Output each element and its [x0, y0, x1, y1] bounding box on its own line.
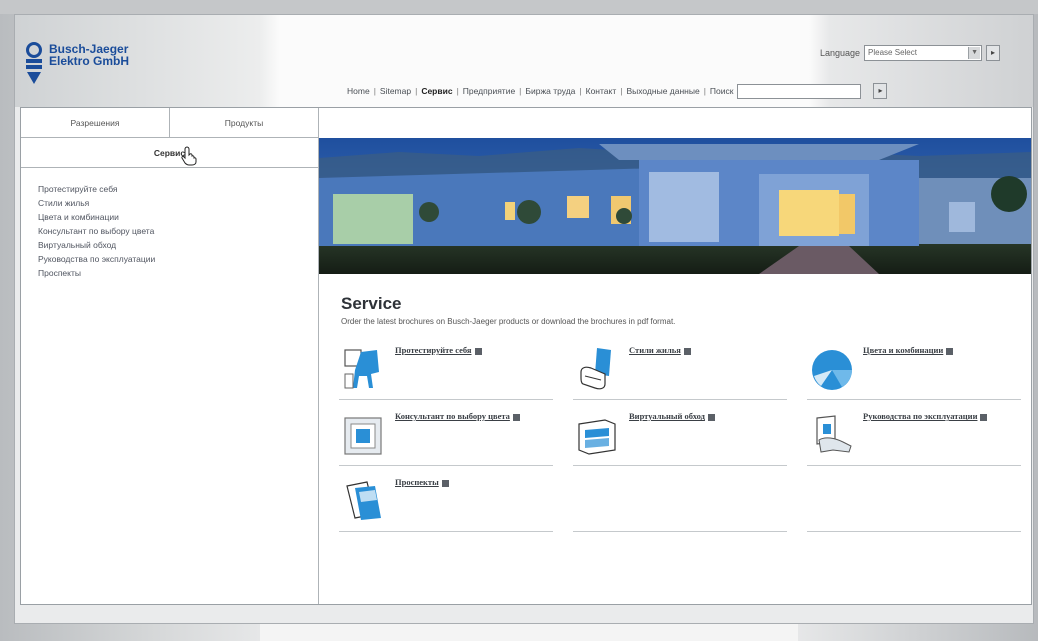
service-card-styles[interactable]: Стили жилья — [573, 338, 787, 400]
switch-frame-icon — [344, 417, 382, 455]
nav-imprint[interactable]: Выходные данные — [626, 86, 699, 96]
service-card-test[interactable]: Протестируйте себя — [339, 338, 553, 400]
search-go-button[interactable]: ▸ — [873, 83, 888, 99]
submenu-item-color-advisor[interactable]: Консультант по выбору цвета — [38, 224, 318, 238]
service-card-colors[interactable]: Цвета и комбинации — [807, 338, 1021, 400]
service-card-color-advisor[interactable]: Консультант по выбору цвета — [339, 404, 553, 466]
nav-contact[interactable]: Контакт — [586, 86, 617, 96]
service-card-virtual-tour[interactable]: Виртуальный обход — [573, 404, 787, 466]
top-band — [0, 0, 1038, 14]
service-card-test-label[interactable]: Протестируйте себя — [395, 344, 545, 356]
bullet-icon — [474, 347, 482, 355]
chevron-down-icon[interactable]: ▼ — [968, 47, 981, 59]
page-title: Service — [341, 294, 402, 313]
brand-name: Busch-Jaeger Elektro GmbH — [49, 43, 129, 67]
brand-line-2: Elektro GmbH — [49, 54, 130, 68]
sidebar-tabs: Разрешения Продукты — [21, 108, 318, 138]
submenu-item-styles[interactable]: Стили жилья — [38, 196, 318, 210]
service-card-manuals[interactable]: Руководства по эксплуатации — [807, 404, 1021, 466]
nav-sitemap[interactable]: Sitemap — [380, 86, 411, 96]
armchair-icon — [580, 348, 611, 390]
bullet-icon — [441, 479, 449, 487]
submenu-item-test[interactable]: Протестируйте себя — [38, 182, 318, 196]
content-area: Service Order the latest brochures on Bu… — [319, 108, 1031, 604]
busch-jaeger-logo-icon — [26, 42, 42, 84]
language-select-value: Please Select — [868, 48, 917, 57]
service-card-styles-label[interactable]: Стили жилья — [629, 344, 779, 356]
nav-service[interactable]: Сервис — [421, 86, 452, 96]
tab-solutions[interactable]: Разрешения — [21, 108, 169, 137]
search-input[interactable] — [737, 83, 862, 99]
language-select[interactable]: Please Select ▼ — [864, 45, 983, 61]
service-submenu: Протестируйте себя Стили жилья Цвета и к… — [21, 168, 318, 280]
site-frame: Busch-Jaeger Elektro GmbH Language Pleas… — [14, 14, 1034, 624]
language-selector: Language Please Select ▼ ▸ — [820, 45, 1001, 61]
bullet-icon — [683, 347, 691, 355]
submenu-item-brochures[interactable]: Проспекты — [38, 266, 318, 280]
search-label: Поиск — [709, 86, 734, 96]
submenu-item-virtual-tour[interactable]: Виртуальный обход — [38, 238, 318, 252]
tab-products[interactable]: Продукты — [169, 108, 318, 137]
nav-jobs[interactable]: Биржа труда — [525, 86, 575, 96]
service-card-manuals-label[interactable]: Руководства по эксплуатации — [863, 410, 1013, 422]
service-card-colors-label[interactable]: Цвета и комбинации — [863, 344, 1013, 356]
nav-company[interactable]: Предприятие — [463, 86, 515, 96]
submenu-item-manuals[interactable]: Руководства по эксплуатации — [38, 252, 318, 266]
room-icon — [578, 419, 616, 455]
nav-home[interactable]: Home — [347, 86, 370, 96]
bullet-icon — [512, 413, 520, 421]
language-go-button[interactable]: ▸ — [986, 45, 1001, 61]
service-card-brochures[interactable]: Проспекты — [339, 470, 553, 532]
page-description: Order the latest brochures on Busch-Jaeg… — [341, 317, 676, 326]
service-card-empty — [573, 470, 787, 532]
service-card-color-advisor-label[interactable]: Консультант по выбору цвета — [395, 410, 545, 422]
chair-icon — [344, 349, 379, 389]
service-card-brochures-label[interactable]: Проспекты — [395, 476, 545, 488]
color-disc-icon — [812, 350, 852, 390]
sidebar: Разрешения Продукты Сервис Протестируйте… — [21, 108, 319, 604]
brand-logo[interactable]: Busch-Jaeger Elektro GmbH — [25, 41, 129, 85]
service-card-empty — [807, 470, 1021, 532]
brochure-icon — [346, 481, 381, 520]
main-panel: Разрешения Продукты Сервис Протестируйте… — [20, 107, 1032, 605]
bullet-icon — [946, 347, 954, 355]
hand-switch-icon — [816, 415, 852, 453]
submenu-item-colors[interactable]: Цвета и комбинации — [38, 210, 318, 224]
hand-cursor-icon — [181, 146, 197, 166]
top-navigation: Home | Sitemap | Сервис | Предприятие | Бирж… — [347, 83, 888, 99]
service-card-virtual-tour-label[interactable]: Виртуальный обход — [629, 410, 779, 422]
site-header: Busch-Jaeger Elektro GmbH Language Pleas… — [15, 15, 1033, 107]
bullet-icon — [707, 413, 715, 421]
tab-service[interactable]: Сервис — [21, 138, 318, 168]
bullet-icon — [980, 413, 988, 421]
language-label: Language — [820, 48, 861, 58]
building-banner-image — [319, 138, 1031, 274]
